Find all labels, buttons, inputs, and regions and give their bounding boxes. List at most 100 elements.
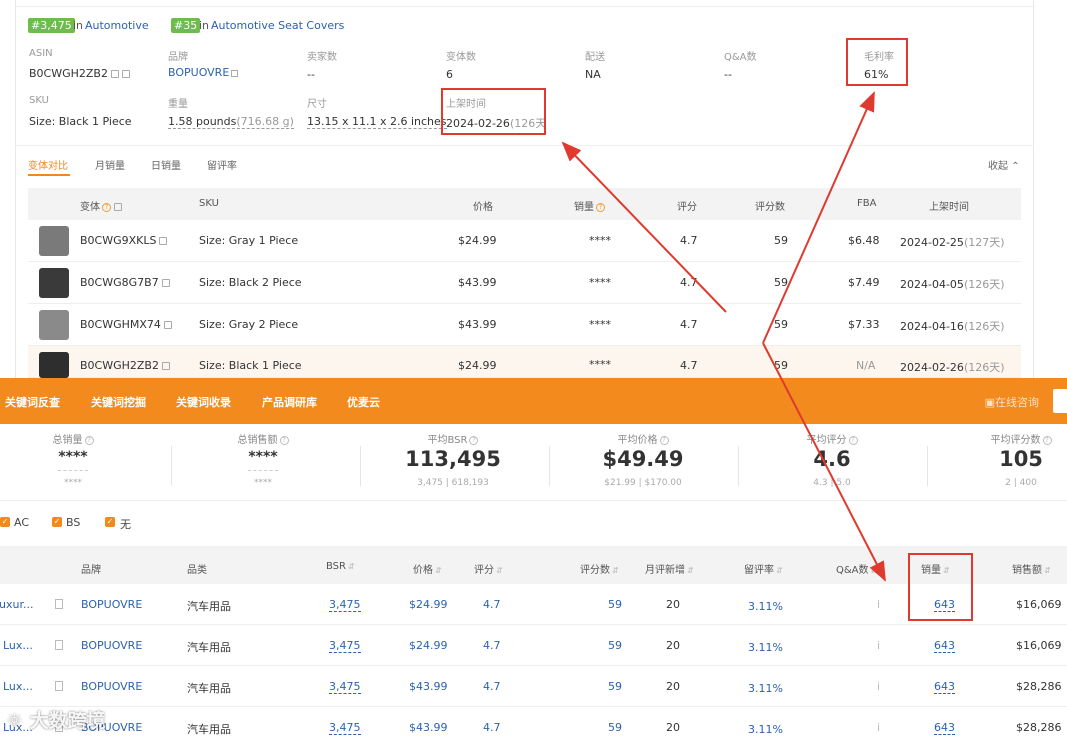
help-icon[interactable]: ?	[848, 435, 858, 445]
active-tab-indicator	[28, 174, 70, 176]
sort-icon[interactable]: ⇵	[348, 562, 355, 571]
rating-value: 4.7	[483, 721, 501, 734]
stat-range: ****	[254, 478, 272, 488]
filter-ac-checkbox[interactable]: ✓	[0, 517, 10, 527]
help-icon[interactable]: ?	[1042, 435, 1052, 445]
help-icon[interactable]: ?	[279, 435, 289, 445]
toolbar-keyword-mining[interactable]: 关键词挖掘	[91, 394, 146, 410]
col-rating-count-sort[interactable]: 评分数 ⇵	[580, 561, 619, 576]
product-thumbnail[interactable]	[39, 352, 69, 378]
copy-icon[interactable]	[110, 70, 119, 78]
filter-bs-checkbox[interactable]: ✓	[52, 517, 62, 527]
document-icon[interactable]	[55, 599, 63, 609]
toolbar-keyword-indexing[interactable]: 关键词收录	[176, 394, 231, 410]
product-thumbnail[interactable]	[39, 310, 69, 340]
qa-value: i	[877, 680, 881, 693]
rank-category-link[interactable]: Automotive Seat Covers	[211, 19, 344, 32]
document-icon[interactable]	[55, 640, 63, 650]
filter-none-checkbox[interactable]: ✓	[105, 517, 115, 527]
col-review-rate-sort[interactable]: 留评率 ⇵	[744, 561, 783, 576]
tab-monthly-sales[interactable]: 月销量	[95, 157, 125, 172]
brand-link[interactable]: BOPUOVRE	[168, 66, 239, 79]
variant-sku: Size: Gray 2 Piece	[199, 318, 299, 331]
product-title-link[interactable]: Lux...	[3, 680, 33, 693]
tab-daily-sales[interactable]: 日销量	[151, 157, 181, 172]
side-panel-handle[interactable]	[1053, 389, 1067, 413]
sort-icon[interactable]: ⇵	[496, 566, 503, 575]
col-bsr-sort[interactable]: BSR ⇵	[326, 561, 355, 572]
col-monthly-new-sort[interactable]: 月评新增 ⇵	[645, 561, 694, 576]
external-link-icon[interactable]	[231, 69, 239, 77]
sort-icon[interactable]: ⇵	[612, 566, 619, 575]
toolbar-product-research[interactable]: 产品调研库	[262, 394, 317, 410]
sales-link[interactable]: 643	[934, 639, 955, 653]
col-rating-sort[interactable]: 评分 ⇵	[474, 561, 503, 576]
copy-icon[interactable]	[161, 362, 170, 370]
variant-asin[interactable]: B0CWG8G7B7	[80, 276, 170, 289]
sort-icon[interactable]: ⇵	[1044, 566, 1051, 575]
rank-category-link[interactable]: Automotive	[85, 19, 149, 32]
online-consult-button[interactable]: ▣在线咨询	[985, 394, 1039, 410]
price-value: $43.99	[409, 680, 448, 693]
copy-icon[interactable]	[163, 321, 172, 329]
col-qa-sort[interactable]: Q&A数 ⇵	[836, 561, 877, 576]
sales-link[interactable]: 643	[934, 721, 955, 735]
brand-link[interactable]: BOPUOVRE	[81, 639, 142, 652]
variants-value: 6	[446, 68, 453, 81]
bsr-link[interactable]: 3,475	[329, 598, 361, 612]
toolbar-keyword-reverse[interactable]: 关键词反查	[5, 394, 60, 410]
variant-asin[interactable]: B0CWGH2ZB2	[80, 359, 170, 372]
table-row: Lux... BOPUOVRE 汽车用品 3,475 $43.99 4.7 59…	[0, 707, 1067, 740]
table-row: uxur... BOPUOVRE 汽车用品 3,475 $24.99 4.7 5…	[0, 584, 1067, 625]
product-title-link[interactable]: Lux...	[3, 639, 33, 652]
help-icon[interactable]: ?	[596, 202, 605, 212]
copy-icon[interactable]	[121, 70, 130, 78]
watermark-logo: ☼ 大数跨境	[6, 710, 106, 732]
collapse-button[interactable]: 收起 ⌃	[988, 157, 1020, 172]
variant-fba: $7.49	[848, 276, 880, 289]
asin-label: ASIN	[29, 48, 53, 59]
copy-icon[interactable]	[159, 237, 168, 245]
variant-rating-count: 59	[774, 359, 788, 372]
help-icon[interactable]: ?	[469, 435, 479, 445]
monthly-new-value: 20	[666, 598, 680, 611]
stat-value: 113,495	[405, 447, 501, 471]
help-icon[interactable]: ?	[659, 435, 669, 445]
stat-range: 3,475 | 618,193	[417, 478, 489, 488]
price-value: $43.99	[409, 721, 448, 734]
sort-icon[interactable]: ⇵	[776, 566, 783, 575]
variant-asin[interactable]: B0CWGHMX74	[80, 318, 172, 331]
qa-value: i	[877, 598, 881, 611]
product-title-link[interactable]: uxur...	[0, 598, 33, 611]
sort-icon[interactable]: ⇵	[871, 566, 878, 575]
tab-variant-compare[interactable]: 变体对比	[28, 157, 68, 172]
sort-icon[interactable]: ⇵	[687, 566, 694, 575]
copy-icon[interactable]	[114, 203, 122, 211]
revenue-value: $28,286	[1016, 721, 1062, 734]
rating-value: 4.7	[483, 639, 501, 652]
toolbar-youmaiyun[interactable]: 优麦云	[347, 394, 380, 410]
brand-link[interactable]: BOPUOVRE	[81, 680, 142, 693]
sort-icon[interactable]: ⇵	[435, 566, 442, 575]
product-thumbnail[interactable]	[39, 226, 69, 256]
document-icon[interactable]	[55, 681, 63, 691]
brand-link[interactable]: BOPUOVRE	[81, 598, 142, 611]
rank-badge: #35	[171, 18, 201, 33]
divider	[738, 446, 739, 486]
col-price-sort[interactable]: 价格 ⇵	[413, 561, 442, 576]
help-icon[interactable]: ?	[102, 202, 111, 212]
sales-link[interactable]: 643	[934, 680, 955, 694]
col-revenue-sort[interactable]: 销售额 ⇵	[1012, 561, 1051, 576]
product-table-header	[0, 546, 1067, 584]
bsr-link[interactable]: 3,475	[329, 680, 361, 694]
brand-label: 品牌	[168, 52, 188, 63]
col-rating: 评分	[677, 202, 697, 213]
copy-icon[interactable]	[161, 279, 170, 287]
variant-price: $43.99	[458, 276, 497, 289]
help-icon[interactable]: ?	[84, 435, 94, 445]
variant-asin[interactable]: B0CWG9XKLS	[80, 234, 168, 247]
bsr-link[interactable]: 3,475	[329, 639, 361, 653]
product-thumbnail[interactable]	[39, 268, 69, 298]
bsr-link[interactable]: 3,475	[329, 721, 361, 735]
tab-review-rate[interactable]: 留评率	[207, 157, 237, 172]
